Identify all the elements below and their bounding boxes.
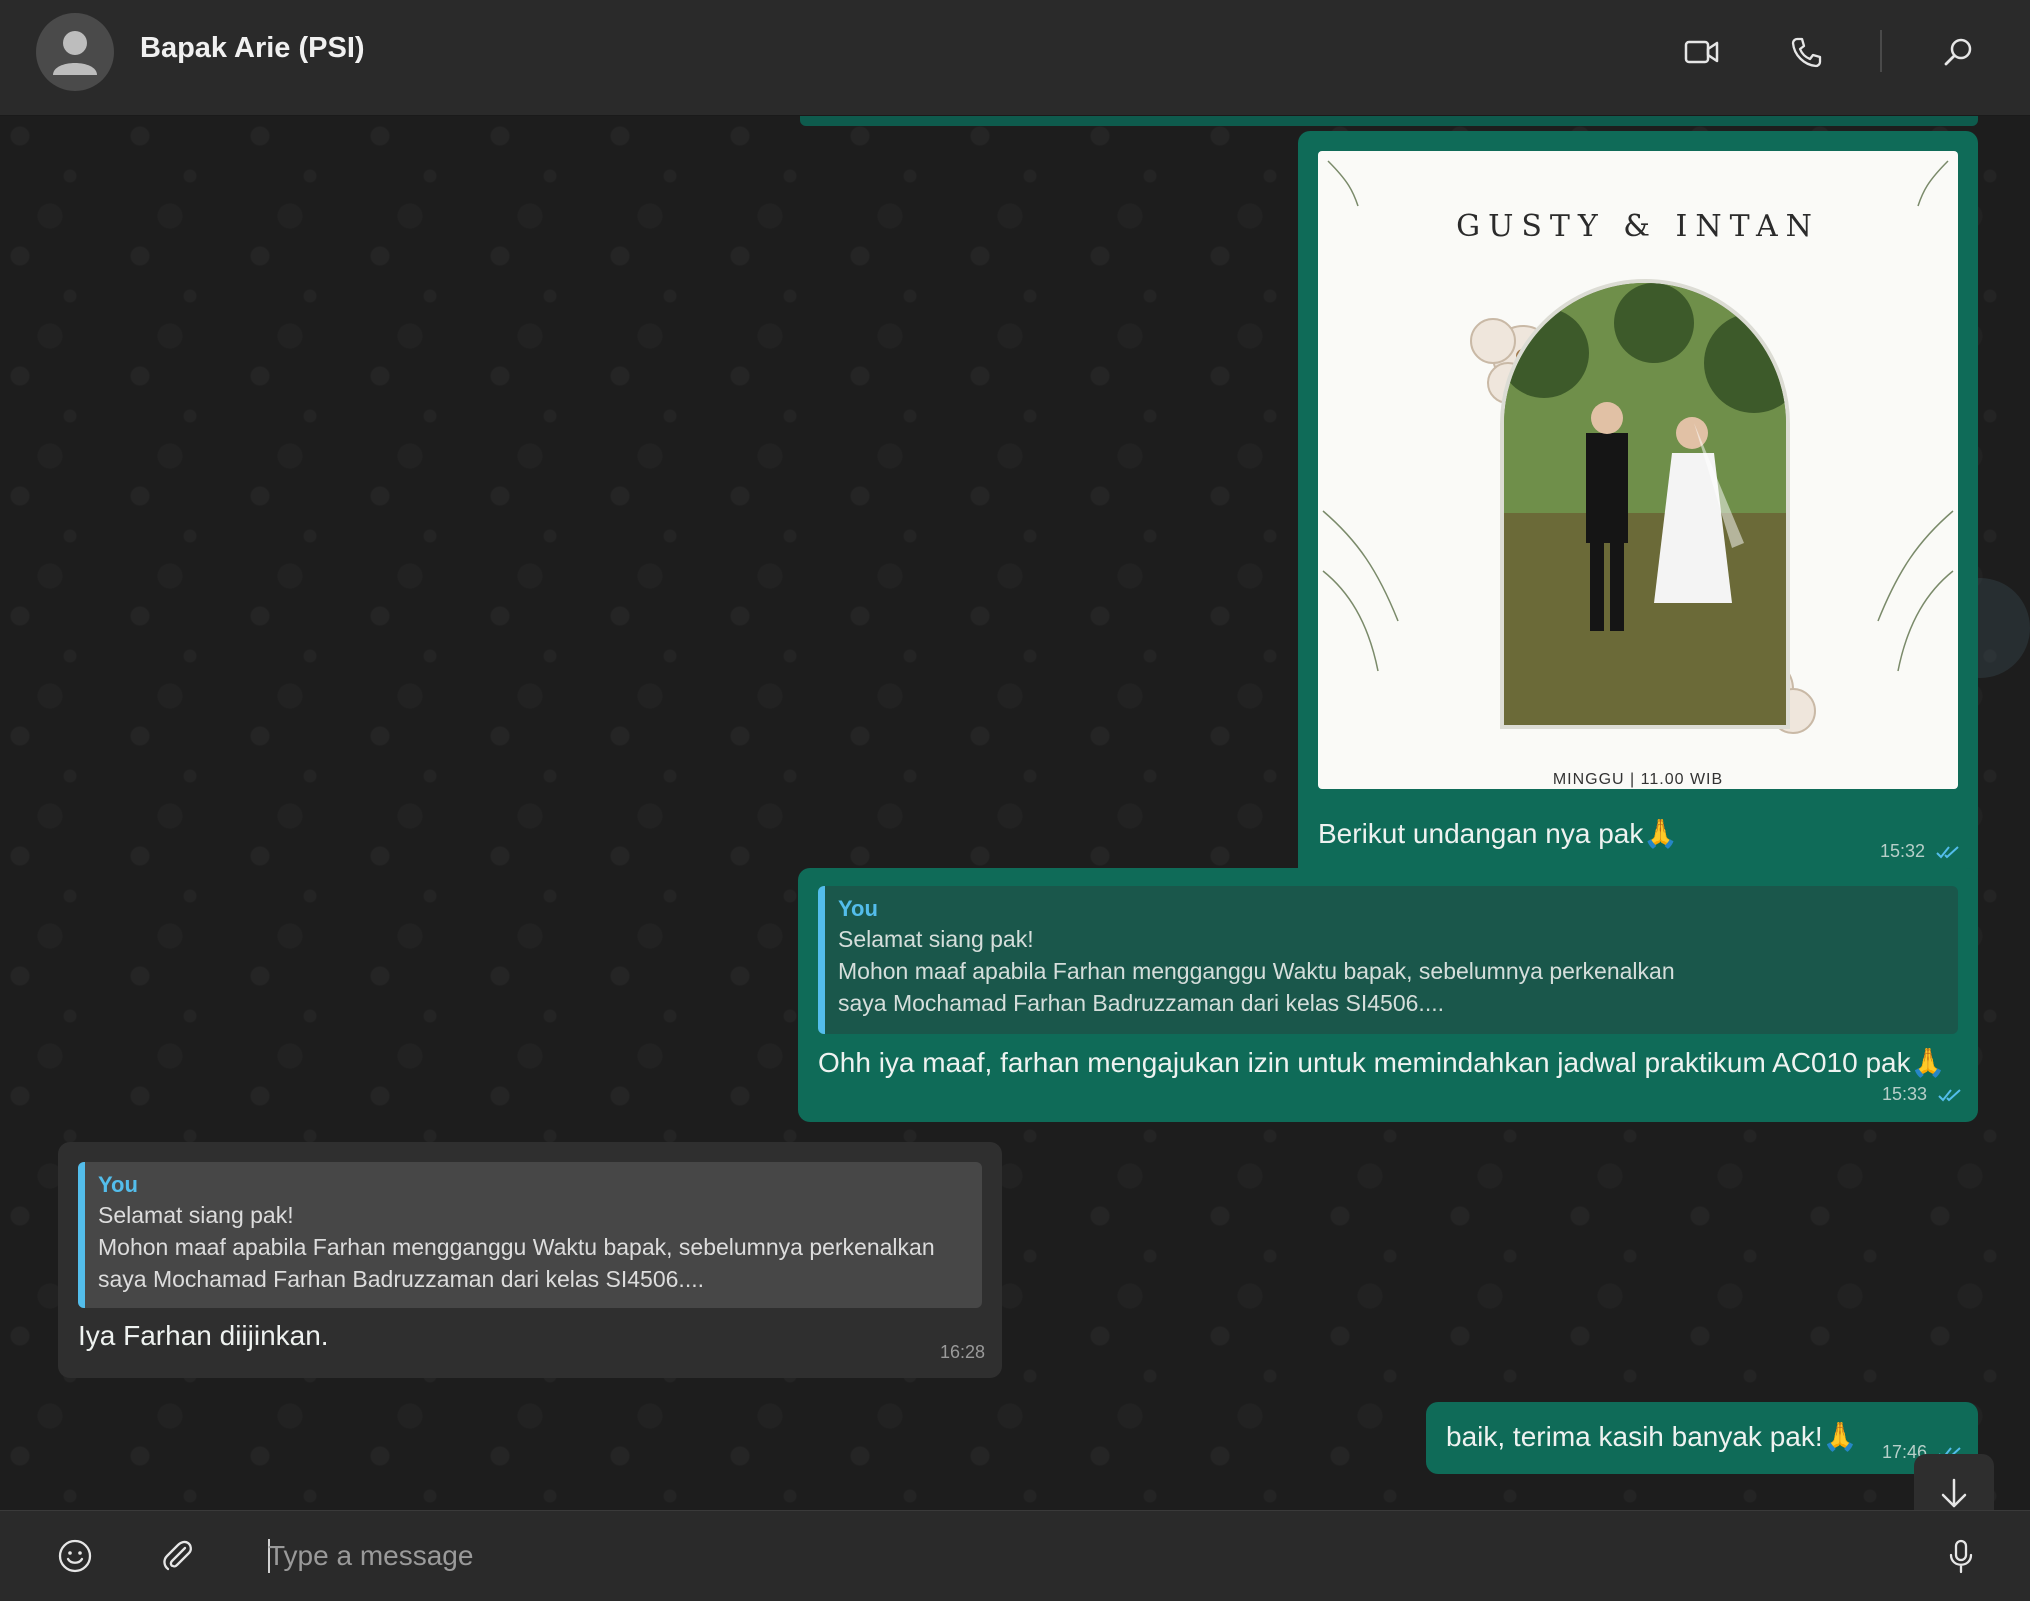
time-label: 15:32 [1880, 841, 1926, 861]
microphone-icon[interactable] [1938, 1533, 1984, 1579]
message-time: 15:32 [1880, 841, 1960, 862]
time-label: 15:33 [1882, 1084, 1928, 1104]
message-input[interactable] [268, 1529, 1868, 1583]
scroll-to-bottom-button[interactable] [1914, 1454, 1994, 1510]
quote-line: Selamat siang pak! [838, 926, 1034, 952]
quote-line: saya Mochamad Farhan Badruzzaman dari ke… [838, 990, 1444, 1016]
message-text: Iya Farhan diijinkan. [78, 1320, 329, 1351]
video-call-icon[interactable] [1680, 30, 1724, 74]
message-composer [0, 1510, 2030, 1601]
quote-line: Mohon maaf apabila Farhan mengganggu Wak… [838, 958, 1675, 984]
search-icon[interactable] [1936, 30, 1980, 74]
image-footer: MINGGU | 11.00 WIB [1552, 771, 1724, 788]
message-bubble-outgoing[interactable]: You Selamat siang pak! Mohon maaf apabil… [798, 868, 1978, 1122]
message-time: 15:33 [1882, 1084, 1962, 1105]
quote-accent-bar [78, 1162, 85, 1308]
chat-area[interactable]: GUSTY & INTAN MINGGU | 11.00 WIB Berikut… [0, 116, 2030, 1510]
message-text: baik, terima kasih banyak pak!🙏 [1446, 1421, 1858, 1452]
quote-line: Mohon maaf apabila Farhan mengganggu Wak… [98, 1234, 935, 1260]
emoji-icon[interactable] [52, 1533, 98, 1579]
header-divider [1880, 30, 1882, 72]
person-icon [53, 31, 97, 75]
message-text: Berikut undangan nya pak🙏 [1318, 818, 1679, 849]
quote-line: Selamat siang pak! [98, 1202, 294, 1228]
quoted-message[interactable]: You Selamat siang pak! Mohon maaf apabil… [78, 1162, 982, 1308]
message-bubble-outgoing[interactable]: GUSTY & INTAN MINGGU | 11.00 WIB Berikut… [1298, 131, 1978, 974]
read-ticks-icon [1938, 1089, 1961, 1102]
invitation-image[interactable]: GUSTY & INTAN MINGGU | 11.00 WIB [1318, 151, 1958, 789]
read-ticks-icon [1936, 846, 1959, 859]
contact-name[interactable]: Bapak Arie (PSI) [140, 32, 365, 65]
voice-call-icon[interactable] [1784, 30, 1828, 74]
message-bubble-outgoing[interactable]: baik, terima kasih banyak pak!🙏 17:46 [1426, 1402, 1978, 1474]
arrow-down-icon [1941, 1478, 1967, 1508]
contact-avatar[interactable] [36, 13, 114, 91]
message-time: 16:28 [940, 1342, 986, 1362]
quoted-message[interactable]: You Selamat siang pak! Mohon maaf apabil… [818, 886, 1958, 1034]
quote-author: You [98, 1172, 138, 1197]
message-bubble-incoming[interactable]: You Selamat siang pak! Mohon maaf apabil… [58, 1142, 1002, 1378]
quote-accent-bar [818, 886, 825, 1034]
message-text: Ohh iya maaf, farhan mengajukan izin unt… [818, 1047, 1946, 1078]
couple-photo [1500, 279, 1790, 729]
previous-message-edge [800, 116, 1978, 126]
attach-icon[interactable] [154, 1533, 200, 1579]
chat-header: Bapak Arie (PSI) [0, 0, 2030, 116]
quote-line: saya Mochamad Farhan Badruzzaman dari ke… [98, 1266, 704, 1292]
quote-author: You [838, 896, 878, 921]
